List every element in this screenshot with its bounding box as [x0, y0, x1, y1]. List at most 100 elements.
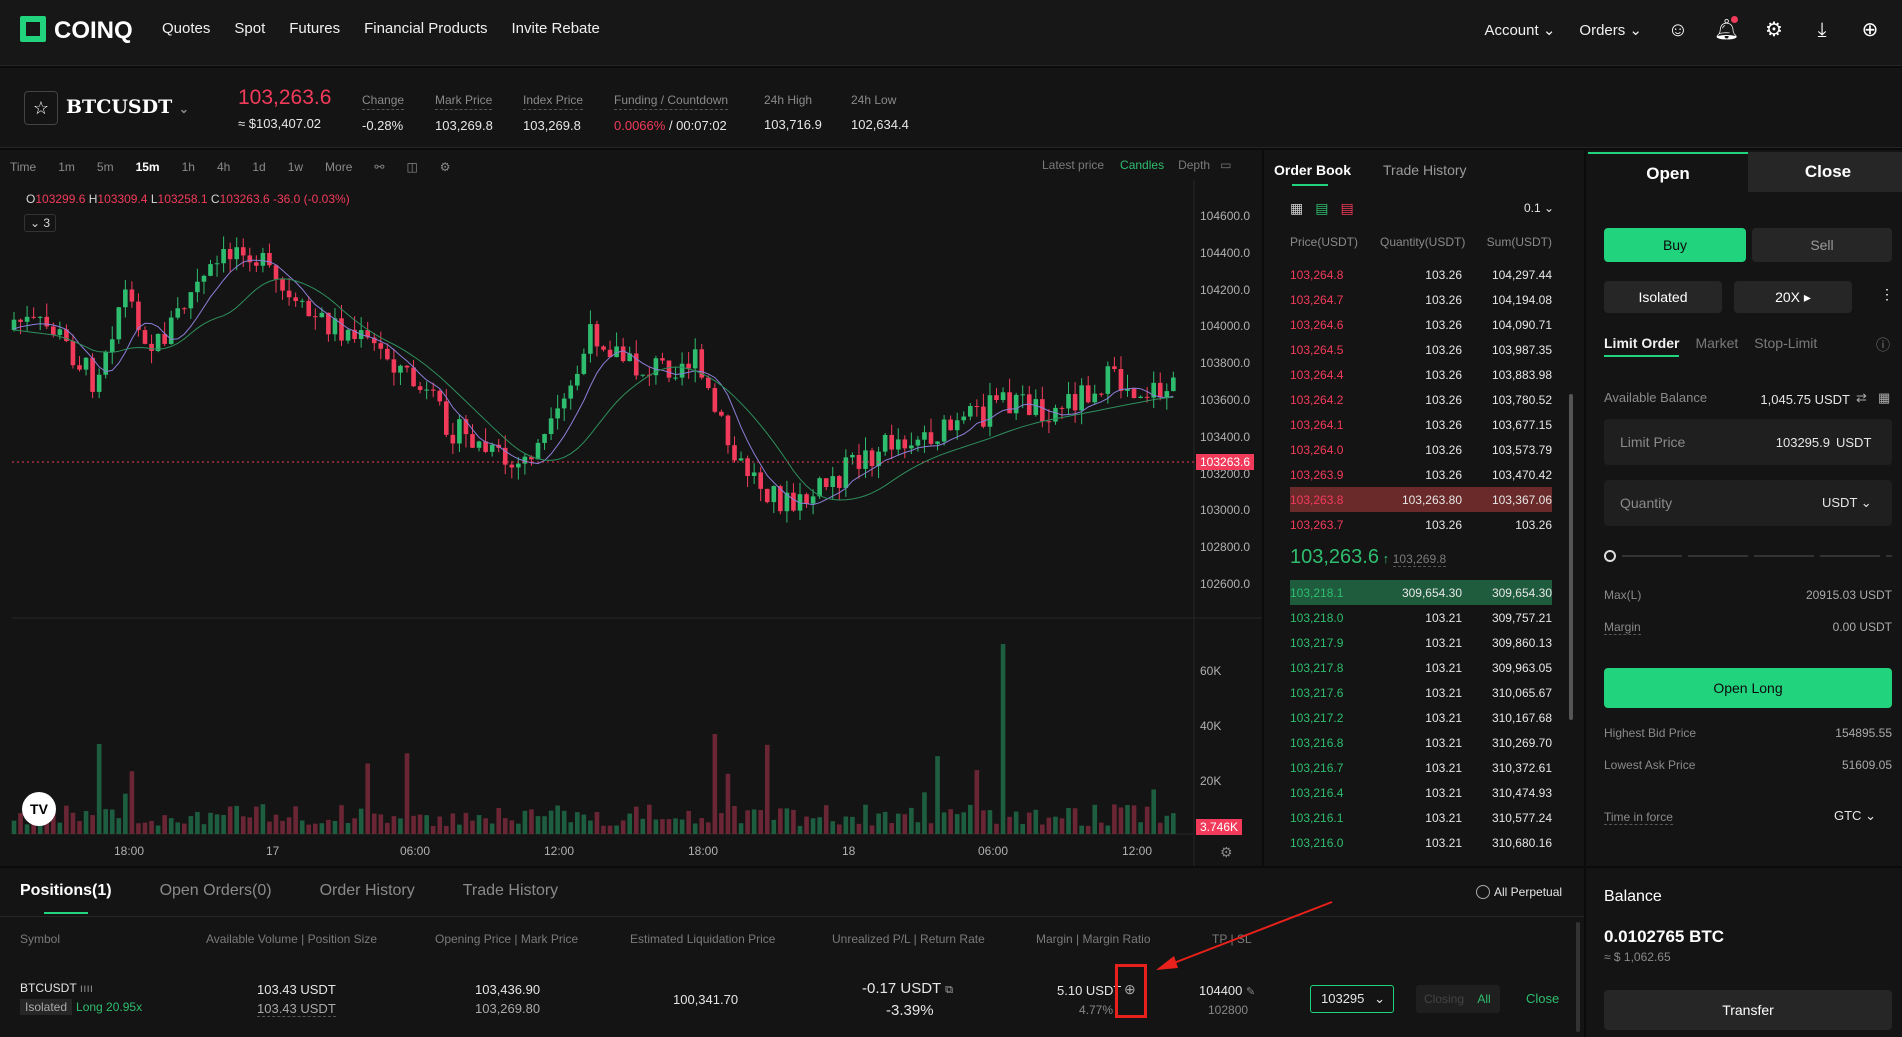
leverage-button[interactable]: 20X ▸ [1734, 281, 1852, 313]
more-options-icon[interactable]: ⋮ [1880, 286, 1894, 303]
slider-handle[interactable] [1604, 550, 1616, 562]
balance-usd: ≈ $ 1,062.65 [1604, 950, 1671, 964]
tf-time[interactable]: Time [10, 160, 36, 174]
tab-market[interactable]: Market [1695, 335, 1738, 357]
tab-open[interactable]: Open [1588, 152, 1748, 192]
depth-tab[interactable]: Depth [1178, 158, 1210, 172]
tradingview-logo-icon[interactable]: TV [22, 792, 56, 826]
sell-button[interactable]: Sell [1752, 228, 1892, 262]
tab-trade-history[interactable]: Trade History [1383, 162, 1467, 178]
ask-row[interactable]: 103,264.2 103.26 103,780.52 [1290, 387, 1552, 412]
bid-row[interactable]: 103,216.1 103.21 310,577.24 [1290, 805, 1552, 830]
tab-close[interactable]: Close [1748, 152, 1902, 192]
close-all-button[interactable]: All [1477, 992, 1490, 1006]
tab-limit-order[interactable]: Limit Order [1604, 335, 1680, 357]
tf-more[interactable]: More [325, 160, 352, 174]
positions-scrollbar[interactable] [1576, 922, 1580, 1032]
bid-row[interactable]: 103,216.4 103.21 310,474.93 [1290, 780, 1552, 805]
tf-15m[interactable]: 15m [136, 160, 160, 174]
quantity-unit-select[interactable]: USDT ⌄ [1822, 495, 1872, 511]
position-symbol[interactable]: BTCUSDT ıııı [20, 981, 93, 995]
close-position-button[interactable]: Close [1526, 991, 1559, 1006]
bid-row[interactable]: 103,217.2 103.21 310,167.68 [1290, 705, 1552, 730]
bid-row[interactable]: 103,217.8 103.21 309,963.05 [1290, 655, 1552, 680]
tab-open-orders[interactable]: Open Orders(0) [160, 882, 272, 900]
share-icon[interactable]: ⧉ [945, 984, 953, 996]
latest-price-select[interactable]: Latest price [1042, 158, 1104, 172]
user-icon[interactable]: ☺ [1666, 18, 1690, 42]
margin-mode-button[interactable]: Isolated [1604, 281, 1722, 313]
candlestick-chart[interactable] [0, 180, 1262, 866]
volume-bar [175, 822, 181, 834]
ask-quantity: 103.26 [1425, 392, 1462, 407]
all-perpetual-toggle[interactable]: All Perpetual [1476, 885, 1562, 899]
order-book-scrollbar[interactable] [1569, 394, 1573, 720]
nav-quotes[interactable]: Quotes [162, 20, 210, 37]
ask-row[interactable]: 103,263.9 103.26 103,470.42 [1290, 462, 1552, 487]
orders-menu[interactable]: Orders ⌄ [1579, 21, 1642, 39]
nav-spot[interactable]: Spot [234, 20, 265, 37]
screenshot-icon[interactable]: ▭ [1220, 158, 1231, 172]
add-margin-icon[interactable]: ⊕ [1124, 981, 1136, 998]
nav-futures[interactable]: Futures [289, 20, 340, 37]
candle-body [1099, 393, 1104, 395]
tf-1m[interactable]: 1m [58, 160, 75, 174]
tab-order-history[interactable]: Order History [320, 882, 415, 900]
axis-settings-icon[interactable]: ⚙ [1220, 844, 1233, 861]
symbol-selector[interactable]: BTCUSDT ⌄ [66, 96, 189, 118]
tab-order-book[interactable]: Order Book [1274, 162, 1351, 178]
book-both-icon[interactable]: ▦ [1290, 200, 1303, 217]
info-icon[interactable]: ⓘ [1876, 335, 1890, 355]
tf-1h[interactable]: 1h [182, 160, 195, 174]
close-price-select[interactable]: 103295 ⌄ [1310, 985, 1394, 1013]
globe-icon[interactable]: ⊕ [1858, 18, 1882, 42]
bid-row[interactable]: 103,216.0 103.21 310,680.16 [1290, 830, 1552, 855]
bid-row[interactable]: 103,216.7 103.21 310,372.61 [1290, 755, 1552, 780]
bid-row[interactable]: 103,218.1 309,654.30 309,654.30 [1290, 580, 1552, 605]
brand-logo[interactable]: COINQ [20, 16, 133, 45]
tf-1w[interactable]: 1w [288, 160, 303, 174]
tab-stop-limit[interactable]: Stop-Limit [1754, 335, 1817, 357]
tab-positions[interactable]: Positions(1) [20, 882, 112, 900]
favorite-star-icon[interactable]: ☆ [24, 91, 58, 125]
bid-row[interactable]: 103,216.8 103.21 310,269.70 [1290, 730, 1552, 755]
candles-tab[interactable]: Candles [1120, 158, 1164, 172]
ask-row[interactable]: 103,264.6 103.26 104,090.71 [1290, 312, 1552, 337]
bid-row[interactable]: 103,218.0 103.21 309,757.21 [1290, 605, 1552, 630]
time-in-force-select[interactable]: GTC ⌄ [1834, 808, 1876, 824]
draw-icon[interactable]: ◫ [406, 160, 417, 174]
bid-row[interactable]: 103,217.9 103.21 309,860.13 [1290, 630, 1552, 655]
tf-1d[interactable]: 1d [252, 160, 265, 174]
closing-input[interactable]: Closing All [1416, 985, 1500, 1013]
settings-icon[interactable]: ⚙ [1762, 18, 1786, 42]
ask-row[interactable]: 103,264.0 103.26 103,573.79 [1290, 437, 1552, 462]
ask-row[interactable]: 103,264.1 103.26 103,677.15 [1290, 412, 1552, 437]
ask-row[interactable]: 103,264.4 103.26 103,883.98 [1290, 362, 1552, 387]
book-asks-icon[interactable]: ▤ [1340, 200, 1353, 217]
precision-select[interactable]: 0.1 ⌄ [1524, 201, 1554, 215]
tf-5m[interactable]: 5m [97, 160, 114, 174]
nav-financial-products[interactable]: Financial Products [364, 20, 487, 37]
book-bids-icon[interactable]: ▤ [1315, 200, 1328, 217]
quantity-slider[interactable] [1604, 550, 1892, 562]
tab-trade-history-positions[interactable]: Trade History [463, 882, 558, 900]
ask-row[interactable]: 103,263.7 103.26 103.26 [1290, 512, 1552, 537]
open-long-button[interactable]: Open Long [1604, 668, 1892, 708]
buy-button[interactable]: Buy [1604, 228, 1746, 262]
indicator-icon[interactable]: ⚯ [374, 160, 384, 174]
chart-settings-icon[interactable]: ⚙ [440, 160, 451, 174]
calculator-icon[interactable]: ▦ [1878, 390, 1890, 406]
download-icon[interactable]: ⤓ [1810, 18, 1834, 42]
nav-invite-rebate[interactable]: Invite Rebate [512, 20, 600, 37]
account-menu[interactable]: Account ⌄ [1484, 21, 1555, 39]
ask-row[interactable]: 103,264.7 103.26 104,194.08 [1290, 287, 1552, 312]
swap-icon[interactable]: ⇄ [1856, 390, 1867, 406]
ask-row[interactable]: 103,264.8 103.26 104,297.44 [1290, 262, 1552, 287]
bid-row[interactable]: 103,217.6 103.21 310,065.67 [1290, 680, 1552, 705]
tf-4h[interactable]: 4h [217, 160, 230, 174]
ask-row[interactable]: 103,264.5 103.26 103,987.35 [1290, 337, 1552, 362]
transfer-button[interactable]: Transfer [1604, 990, 1892, 1030]
bell-icon[interactable]: 🔔︎ [1714, 16, 1739, 42]
edit-icon[interactable]: ✎ [1246, 986, 1255, 998]
ask-row[interactable]: 103,263.8 103,263.80 103,367.06 [1290, 487, 1552, 512]
